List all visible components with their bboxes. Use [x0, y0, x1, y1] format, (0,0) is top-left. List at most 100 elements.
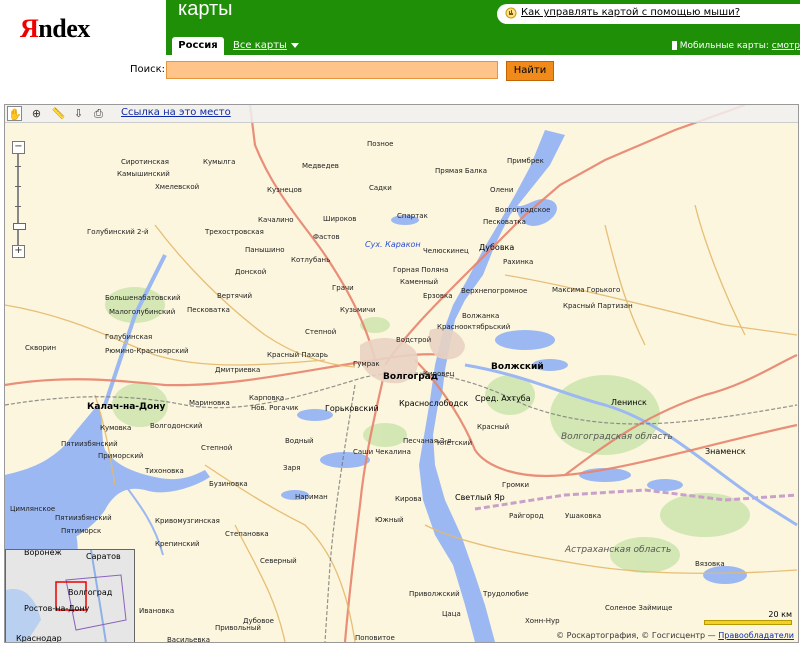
- map-place-label: Позное: [367, 140, 394, 148]
- logo-letter: Я: [20, 14, 39, 43]
- search-input[interactable]: [166, 61, 498, 79]
- map-place-label: Волжский: [491, 362, 544, 372]
- map-place-label: Прямая Балка: [435, 167, 488, 175]
- link-to-place[interactable]: Ссылка на это место: [121, 107, 231, 118]
- map-place-label: Хонн-Нур: [525, 617, 560, 625]
- map-place-label: Приморский: [98, 452, 144, 460]
- map-place-label: Цимлянское: [10, 505, 56, 513]
- map-place-label: Голубинский 2-й: [87, 228, 149, 236]
- map-place-label: Красный Партизан: [563, 302, 633, 310]
- map-place-label: Грачи: [332, 284, 354, 292]
- map-place-label: Кумылга: [203, 158, 236, 166]
- map-place-label: Скворин: [25, 344, 57, 352]
- map-place-label: Цаца: [442, 610, 461, 618]
- service-title: карты: [178, 0, 233, 20]
- map-place-label: Красный Пахарь: [267, 351, 328, 359]
- scale-text: 20 км: [768, 610, 792, 619]
- map-place-label: Малоголубинский: [109, 308, 176, 316]
- map-place-label: Степной: [201, 444, 233, 452]
- map-place-label: Спартак: [397, 212, 428, 220]
- map-place-label: Волжанка: [462, 312, 500, 320]
- overview-minimap[interactable]: Саратов Волгоград Ростов-на-Дону Воронеж…: [5, 549, 135, 643]
- map-place-label: Вертячий: [217, 292, 253, 300]
- zoom-tick: [15, 186, 21, 187]
- minimap-label: Воронеж: [24, 549, 62, 557]
- map-place-label: Саши Чекалина: [353, 448, 411, 456]
- minimap-label: Краснодар: [16, 634, 62, 643]
- map-place-label: Крепинский: [155, 540, 200, 548]
- map-place-label: Калач-на-Дону: [87, 402, 166, 412]
- map-place-label: Пятиморск: [61, 527, 102, 535]
- map-place-label: Нов. Рогачик: [251, 404, 299, 412]
- map-place-label: Примбрек: [507, 157, 544, 165]
- yandex-logo[interactable]: Яndex: [20, 14, 90, 44]
- ruler-icon[interactable]: 📏: [51, 106, 66, 121]
- map-place-label: Волгоградская область: [561, 432, 673, 442]
- map-place-label: Песковатка: [187, 306, 230, 314]
- map-place-label: Рюмино-Красноярский: [105, 347, 189, 355]
- map-place-label: Панышино: [245, 246, 285, 254]
- map-place-label: Верхнепогромное: [461, 287, 528, 295]
- zoom-slider-thumb[interactable]: [13, 223, 26, 230]
- zoom-in-icon[interactable]: +: [12, 245, 25, 258]
- copyright-text: © Роскартография, © Госгисцентр —: [556, 631, 716, 640]
- map-place-label: Кузьмичи: [340, 306, 376, 314]
- map-place-label: Водный: [285, 437, 314, 445]
- map-place-label: Кумовка: [100, 424, 132, 432]
- logo-area: Яndex: [0, 0, 166, 57]
- map-place-label: Горьковский: [325, 404, 379, 413]
- map-place-label: Качалино: [258, 216, 294, 224]
- map-place-label: Громки: [502, 481, 530, 489]
- map-place-label: Донской: [235, 268, 267, 276]
- map-place-label: Знаменск: [705, 447, 746, 456]
- map-place-label: Челюскинец: [423, 247, 469, 255]
- map-view[interactable]: Позное Медведев Сиротинская Кумылга Камышинс…: [4, 104, 799, 643]
- hand-drag-icon[interactable]: ✋: [7, 106, 22, 121]
- map-place-label: Дубовка: [479, 243, 515, 252]
- map-place-label: Светлый Яр: [455, 493, 505, 502]
- map-place-label: Райгород: [509, 512, 544, 520]
- mobile-maps-link[interactable]: смотр: [772, 41, 800, 51]
- minimap-label: Ростов-на-Дону: [24, 604, 90, 613]
- scale-line: [704, 620, 792, 625]
- map-place-label: Медведев: [302, 162, 339, 170]
- mobile-maps: Мобильные карты: смотр: [671, 41, 800, 51]
- mouse-help-link[interactable]: Как управлять картой с помощью мыши?: [521, 7, 740, 18]
- copyright: © Роскартография, © Госгисцентр — Правоо…: [556, 631, 794, 640]
- map-place-label: Соленое Займище: [605, 604, 673, 612]
- print-icon[interactable]: ⎙: [91, 106, 106, 121]
- map-place-label: Степной: [305, 328, 337, 336]
- map-place-label: Пятиизбянский: [61, 440, 118, 448]
- map-place-label: Краснооктябрьский: [437, 323, 511, 331]
- map-place-label: Олени: [490, 186, 514, 194]
- map-place-label: Тихоновка: [145, 467, 184, 475]
- map-place-label: Горная Поляна: [393, 266, 449, 274]
- map-place-label: Волгодонский: [150, 422, 203, 430]
- map-place-label: Вязовка: [695, 560, 725, 568]
- map-place-label: Заря: [283, 464, 301, 472]
- map-place-label: Приволжский: [409, 590, 460, 598]
- zoom-area-icon[interactable]: ⊕: [29, 106, 44, 121]
- zoom-track[interactable]: [17, 154, 19, 246]
- download-icon[interactable]: ⇩: [71, 106, 86, 121]
- hand-pointer-icon: [505, 7, 517, 19]
- tab-russia[interactable]: Россия: [172, 37, 224, 55]
- copyright-holders-link[interactable]: Правообладатели: [718, 631, 794, 640]
- map-place-label: Ленинск: [611, 398, 647, 407]
- map-place-label: Красный: [477, 423, 510, 431]
- tab-all-maps[interactable]: Все карты: [233, 40, 299, 51]
- mobile-maps-label: Мобильные карты:: [679, 41, 769, 51]
- map-place-label: Поповитое: [355, 634, 395, 642]
- map-place-label: Мариновка: [189, 399, 230, 407]
- zoom-control: − +: [12, 141, 26, 261]
- map-place-label: Васильевка: [167, 636, 211, 643]
- zoom-out-icon[interactable]: −: [12, 141, 25, 154]
- search-button[interactable]: Найти: [506, 61, 554, 81]
- map-place-label: Бузиновка: [209, 480, 248, 488]
- zoom-tick: [15, 206, 21, 207]
- mouse-help-hint[interactable]: Как управлять картой с помощью мыши?: [497, 4, 800, 24]
- map-toolbar: ✋ ⊕ 📏 ⇩ ⎙ Ссылка на это место: [5, 105, 798, 123]
- search-label: Поиск:: [130, 64, 166, 75]
- map-place-label: Степановка: [225, 530, 269, 538]
- map-place-label: Хмелевской: [155, 183, 200, 191]
